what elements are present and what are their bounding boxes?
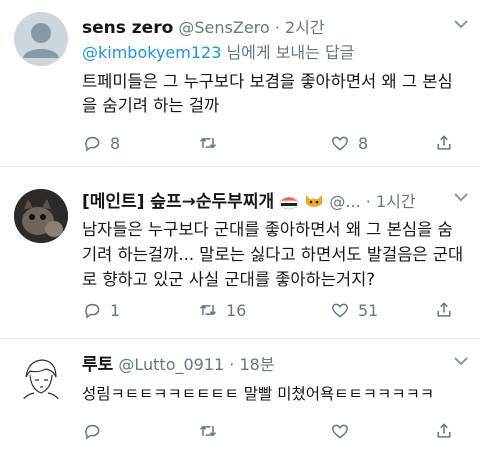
reply-button[interactable]: 1 <box>82 298 120 322</box>
retweet-icon <box>199 137 217 149</box>
avatar-cat[interactable] <box>14 189 68 243</box>
text-line: 성림ㅋㅌㅌㅋㅋㅌㅌㅌㅌ 말빨 미쳤어욕ㅌㅌㅋㅋㅋㅋㅋ <box>82 385 435 403</box>
more-chevron-icon[interactable] <box>452 189 470 203</box>
author-handle[interactable]: @SensZero <box>178 18 269 37</box>
sushi-emoji-icon <box>279 192 299 210</box>
retweet-icon <box>199 304 217 316</box>
author-handle[interactable]: @Lutto_0911 <box>118 355 224 374</box>
timestamp[interactable]: 18분 <box>239 355 274 374</box>
avatar-default[interactable] <box>14 12 68 66</box>
reply-icon <box>85 303 100 319</box>
retweet-icon <box>199 425 217 437</box>
cat-emoji-icon <box>304 192 324 210</box>
cat-photo-avatar <box>14 189 68 243</box>
tweet-text: 트페미들은 그 누구보다 보겸을 좋아하면서 왜 그 본심 을 숨기려 하는 걸… <box>82 70 453 118</box>
retweet-button[interactable] <box>198 131 226 155</box>
like-icon <box>331 303 349 318</box>
reply-icon <box>85 424 100 440</box>
tweet-text: 남자들은 누구보다 군대를 좋아하면서 왜 그 본심을 숨 기려 하는걸까...… <box>82 217 463 292</box>
share-button[interactable] <box>434 131 462 155</box>
like-icon <box>331 424 349 439</box>
author-name[interactable]: 루토 <box>82 355 113 375</box>
author-name[interactable]: sens zero <box>82 18 173 38</box>
tweet-text: 성림ㅋㅌㅌㅋㅋㅌㅌㅌㅌ 말빨 미쳤어욕ㅌㅌㅋㅋㅋㅋㅋ <box>82 382 434 406</box>
tweet-1[interactable]: sens zero @SensZero · 2시간 @kimbokyem123 … <box>0 0 480 160</box>
timestamp[interactable]: 1시간 <box>376 192 416 211</box>
separator-dot: · <box>274 18 280 37</box>
retweet-button[interactable]: 16 <box>198 298 246 322</box>
text-line: 을 숨기려 하는 걸까 <box>82 96 220 115</box>
text-line: 로 향하고 있군 사실 군대를 좋아하는거지? <box>82 270 376 289</box>
timestamp[interactable]: 2시간 <box>285 18 325 37</box>
reply-suffix: 님에게 보내는 답글 <box>221 43 355 62</box>
share-icon <box>437 135 451 150</box>
reply-button[interactable] <box>82 419 110 443</box>
share-icon <box>437 302 451 317</box>
like-icon <box>331 136 349 151</box>
author-handle[interactable]: @... <box>329 192 360 211</box>
action-bar: 8 8 <box>82 131 472 155</box>
text-line: 트페미들은 그 누구보다 보겸을 좋아하면서 왜 그 본심 <box>82 72 453 91</box>
tweet-3[interactable]: 루토 @Lutto_0911 · 18분 성림ㅋㅌㅌㅋㅋㅌㅌㅌㅌ 말빨 미쳤어욕… <box>0 339 480 470</box>
separator-dot: · <box>365 192 371 211</box>
action-bar: 1 16 51 <box>82 298 472 322</box>
like-button[interactable] <box>330 419 358 443</box>
reply-count: 8 <box>110 133 121 153</box>
like-count: 8 <box>358 133 369 153</box>
avatar-sketch[interactable] <box>14 351 68 405</box>
reply-mention-link[interactable]: @kimbokyem123 <box>82 43 221 62</box>
share-icon <box>437 423 451 438</box>
like-count: 51 <box>358 300 379 320</box>
action-bar <box>82 419 472 443</box>
sketch-avatar <box>19 359 63 405</box>
separator-dot: · <box>229 355 235 374</box>
reply-icon <box>85 136 100 152</box>
text-line: 기려 하는걸까... 말로는 싫다고 하면서도 발걸음은 군대 <box>82 245 464 264</box>
retweet-button[interactable] <box>198 419 226 443</box>
like-button[interactable]: 51 <box>330 298 378 322</box>
default-avatar-icon <box>23 23 59 58</box>
reply-context: @kimbokyem123 님에게 보내는 답글 <box>82 41 354 65</box>
tweet-2[interactable]: [메인트] 슾프→순두부찌개 @... · 1시간 남자들은 누구보다 군대를 … <box>0 167 480 337</box>
reply-count: 1 <box>110 300 121 320</box>
like-button[interactable]: 8 <box>330 131 368 155</box>
more-chevron-icon[interactable] <box>452 353 470 367</box>
author-name[interactable]: [메인트] 슾프→순두부찌개 <box>82 192 274 212</box>
share-button[interactable] <box>434 419 462 443</box>
text-line: 남자들은 누구보다 군대를 좋아하면서 왜 그 본심을 숨 <box>82 220 453 239</box>
retweet-count: 16 <box>226 300 247 320</box>
share-button[interactable] <box>434 298 462 322</box>
reply-button[interactable]: 8 <box>82 131 120 155</box>
more-chevron-icon[interactable] <box>452 16 470 30</box>
